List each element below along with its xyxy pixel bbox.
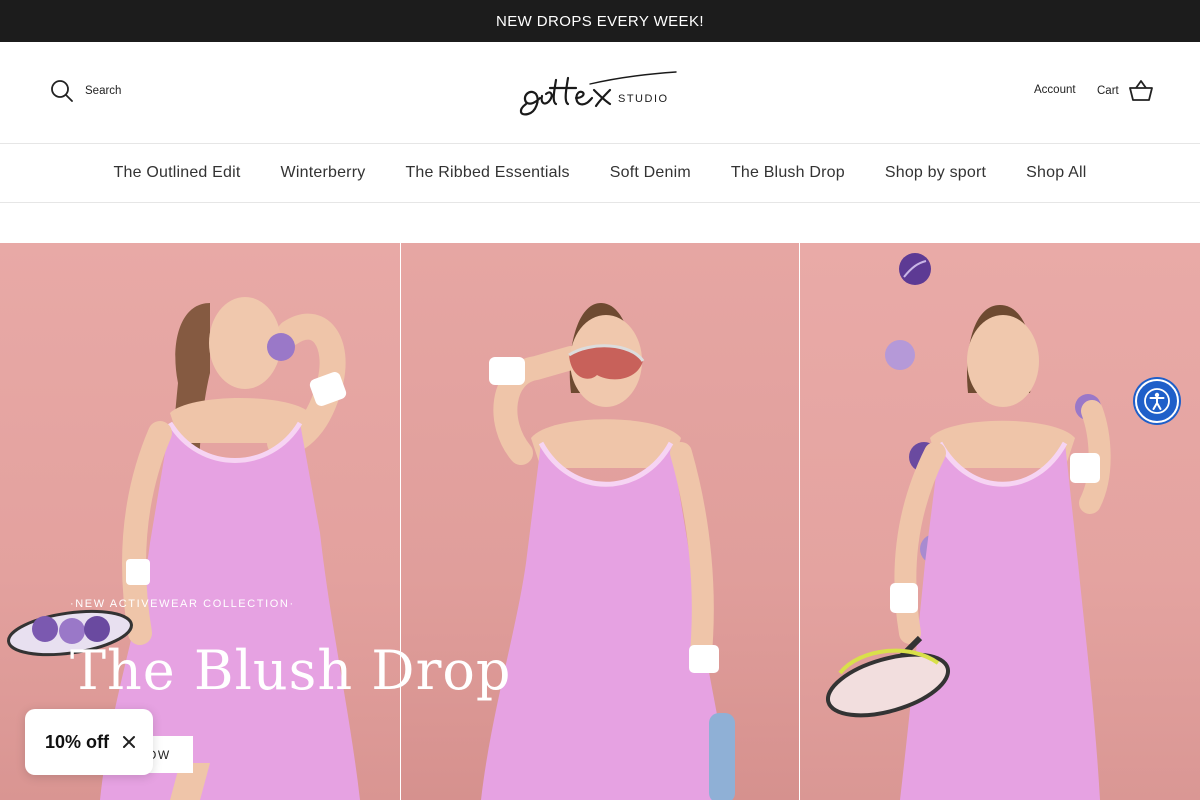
hero-image-center [401,243,799,800]
announcement-text: NEW DROPS EVERY WEEK! [496,12,704,30]
tennis-ball [267,333,295,361]
nav-item-outlined-edit[interactable]: The Outlined Edit [114,164,241,182]
hero-eyebrow: ·NEW ACTIVEWEAR COLLECTION· [70,598,295,610]
close-icon[interactable] [121,734,137,750]
discount-popup[interactable]: 10% off [25,709,153,775]
nav-item-shop-all[interactable]: Shop All [1026,164,1086,182]
cart-button[interactable]: Cart [1097,80,1153,102]
search-label: Search [85,85,122,97]
basket-icon [1128,80,1153,101]
accessibility-icon [1144,388,1170,414]
hero-banner[interactable]: ·NEW ACTIVEWEAR COLLECTION· The Blush Dr… [0,243,1200,800]
site-header: Search STUDIO Account Cart [0,42,1200,143]
cart-label: Cart [1097,85,1119,97]
nav-item-winterberry[interactable]: Winterberry [281,164,366,182]
logo-sub-text: STUDIO [618,93,669,105]
announcement-bar: NEW DROPS EVERY WEEK! [0,0,1200,42]
search-button[interactable]: Search [51,80,121,102]
nav-item-shop-by-sport[interactable]: Shop by sport [885,164,986,182]
main-navigation: The Outlined Edit Winterberry The Ribbed… [0,143,1200,203]
search-icon [51,80,73,102]
nav-item-soft-denim[interactable]: Soft Denim [610,164,691,182]
account-link[interactable]: Account [1034,84,1076,96]
accessibility-button[interactable] [1135,379,1179,423]
discount-text: 10% off [45,731,110,752]
hero-title: The Blush Drop [70,639,512,702]
hero-image-right [800,243,1200,800]
nav-item-ribbed-essentials[interactable]: The Ribbed Essentials [405,164,569,182]
nav-item-blush-drop[interactable]: The Blush Drop [731,164,845,182]
brand-logo[interactable]: STUDIO [516,60,684,122]
